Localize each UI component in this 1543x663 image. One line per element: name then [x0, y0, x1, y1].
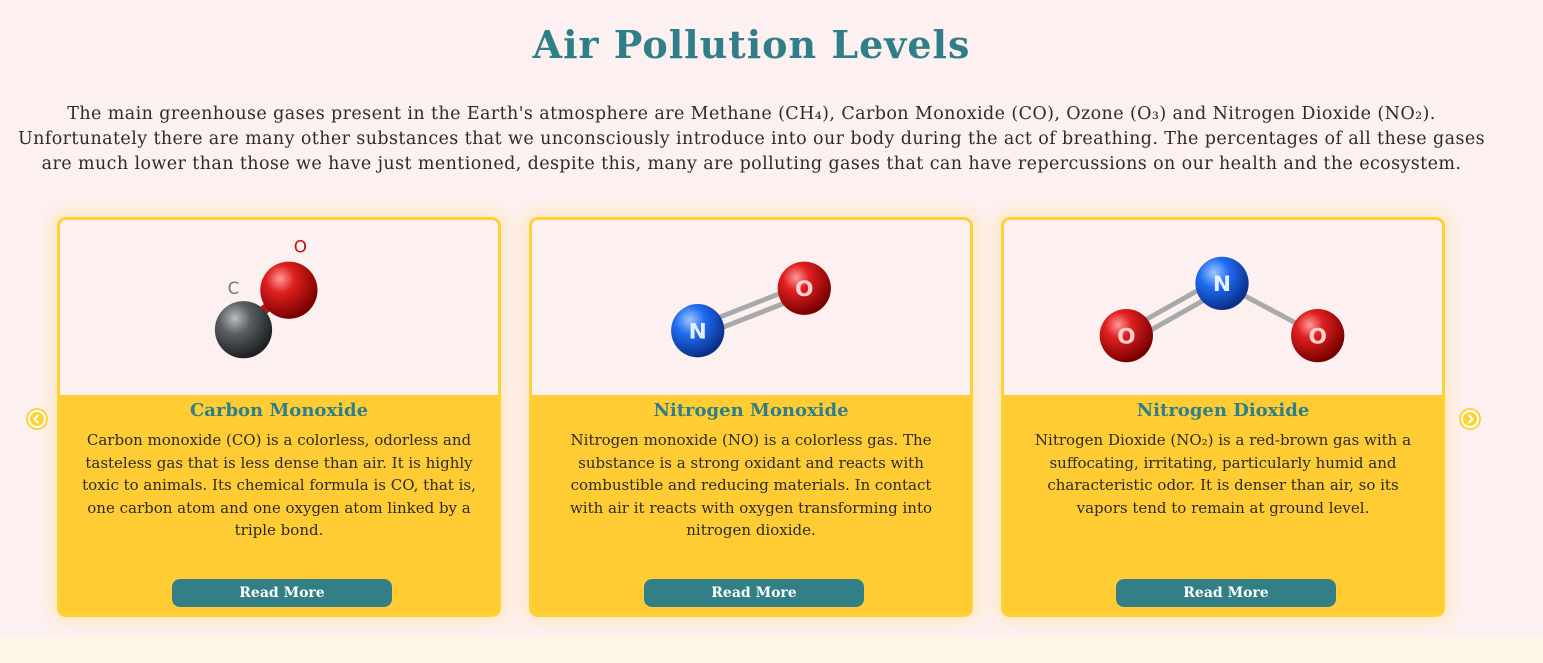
card-title: Nitrogen Dioxide: [1136, 400, 1310, 421]
nitrogen-monoxide-molecule-icon: N O: [671, 261, 831, 358]
read-more-button[interactable]: Read More: [1116, 579, 1336, 607]
molecule-image: C O: [60, 220, 498, 395]
card-title: Nitrogen Monoxide: [653, 400, 849, 421]
svg-text:O: O: [795, 277, 813, 302]
card-description: Carbon monoxide (CO) is a colorless, odo…: [82, 431, 476, 539]
carousel-next-button[interactable]: [1459, 408, 1481, 430]
svg-text:C: C: [228, 278, 240, 298]
gas-card-nitrogen-dioxide: O N O Nitrogen Dioxide Nitrogen Dioxide …: [1001, 217, 1445, 617]
chevron-right-icon: [1461, 410, 1479, 428]
card-description: Nitrogen monoxide (NO) is a colorless ga…: [569, 431, 933, 539]
carousel-prev-button[interactable]: [26, 408, 48, 430]
gas-card-carbon-monoxide: C O Carbon Monoxide Carbon monoxide (CO)…: [57, 217, 501, 617]
nitrogen-dioxide-molecule-icon: O N O: [1099, 256, 1345, 363]
molecule-image: N O: [532, 220, 970, 395]
svg-text:O: O: [1308, 325, 1326, 350]
carbon-monoxide-molecule-icon: C O: [214, 237, 318, 359]
chevron-left-icon: [28, 410, 46, 428]
svg-text:N: N: [689, 320, 707, 345]
card-description: Nitrogen Dioxide (NO₂) is a red-brown ga…: [1034, 431, 1412, 517]
read-more-button[interactable]: Read More: [172, 579, 392, 607]
page-title: Air Pollution Levels: [532, 22, 971, 67]
svg-text:O: O: [1117, 325, 1135, 350]
gas-card-nitrogen-monoxide: N O Nitrogen Monoxide Nitrogen monoxide …: [529, 217, 973, 617]
intro-paragraph: The main greenhouse gases present in the…: [18, 104, 1485, 174]
svg-text:O: O: [294, 237, 307, 257]
footer-strip: [0, 638, 1543, 663]
svg-text:N: N: [1213, 272, 1231, 297]
card-title: Carbon Monoxide: [189, 400, 369, 421]
molecule-image: O N O: [1004, 220, 1442, 395]
read-more-button[interactable]: Read More: [644, 579, 864, 607]
